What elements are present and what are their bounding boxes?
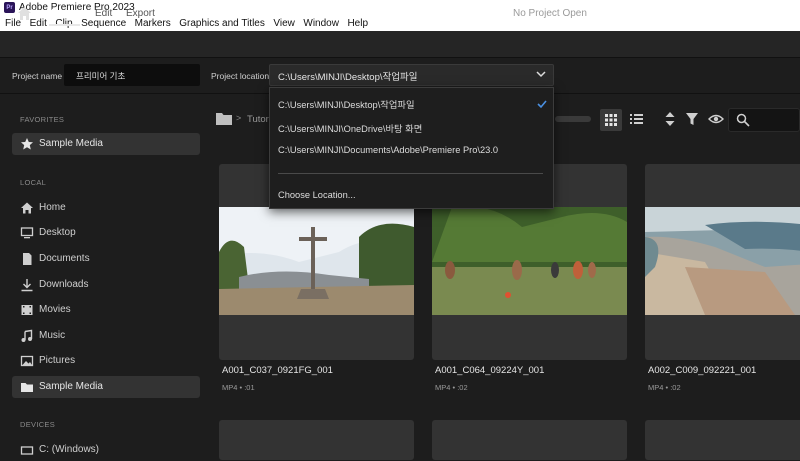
menu-markers[interactable]: Markers xyxy=(135,18,171,29)
grid-icon xyxy=(605,114,617,126)
sidebar-item-drive-c[interactable]: C: (Windows) xyxy=(12,439,200,461)
video-thumbnail xyxy=(432,207,627,315)
menu-sequence[interactable]: Sequence xyxy=(81,18,126,29)
sidebar-item-documents[interactable]: Documents xyxy=(12,248,200,270)
devices-heading: DEVICES xyxy=(20,420,56,429)
sidebar-item-music[interactable]: Music xyxy=(12,325,200,347)
menu-clip[interactable]: Clip xyxy=(55,18,72,29)
star-icon xyxy=(21,138,33,150)
folder-icon xyxy=(21,383,33,392)
sidebar-item-sample-media[interactable]: Sample Media xyxy=(12,376,200,398)
media-meta: MP4 • :01 xyxy=(222,383,255,392)
check-icon xyxy=(537,100,547,109)
project-name-input[interactable]: 프리미어 기초 xyxy=(64,64,200,86)
sidebar-item-label: Desktop xyxy=(39,227,76,238)
sidebar-item-label: Sample Media xyxy=(39,138,103,149)
menu-window[interactable]: Window xyxy=(303,18,339,29)
premiere-app-icon: Pr xyxy=(4,2,15,13)
media-card[interactable] xyxy=(219,420,414,460)
title-bar: Pr Adobe Premiere Pro 2023 xyxy=(0,0,800,15)
grid-view-button[interactable] xyxy=(600,109,622,131)
sidebar-item-favorite-sample-media[interactable]: Sample Media xyxy=(12,133,200,155)
media-card[interactable] xyxy=(645,420,800,460)
favorites-heading: FAVORITES xyxy=(20,115,65,124)
project-status: No Project Open xyxy=(513,8,587,19)
divider xyxy=(278,173,543,174)
media-meta: MP4 • :02 xyxy=(648,383,681,392)
sidebar-item-label: C: (Windows) xyxy=(39,444,100,455)
sidebar-item-home[interactable]: Home xyxy=(12,197,200,219)
sidebar-item-label: Pictures xyxy=(39,355,76,366)
local-heading: LOCAL xyxy=(20,178,47,187)
breadcrumb[interactable]: Tutor xyxy=(247,114,269,125)
sidebar-item-label: Sample Media xyxy=(39,381,103,392)
dropdown-option-desktop[interactable]: C:\Users\MINJI\Desktop\작업파일 xyxy=(278,97,415,111)
choose-location-option[interactable]: Choose Location... xyxy=(278,190,356,200)
video-thumbnail xyxy=(219,207,414,315)
media-name: A002_C009_092221_001 xyxy=(648,365,757,376)
media-name: A001_C064_09224Y_001 xyxy=(435,365,545,376)
project-location-label: Project location xyxy=(211,71,270,81)
sort-icon[interactable] xyxy=(664,111,676,127)
chevron-down-icon[interactable] xyxy=(536,70,546,78)
tab-import[interactable]: Import xyxy=(51,8,79,19)
tab-edit[interactable]: Edit xyxy=(95,8,112,19)
media-card[interactable] xyxy=(645,164,800,360)
folder-icon[interactable] xyxy=(215,111,233,126)
workspace-header xyxy=(0,31,800,58)
sidebar-item-label: Downloads xyxy=(39,279,89,290)
home-icon[interactable] xyxy=(16,5,33,22)
home-icon xyxy=(21,202,33,214)
sidebar-item-downloads[interactable]: Downloads xyxy=(12,274,200,296)
sidebar-item-label: Music xyxy=(39,330,66,341)
sidebar-item-desktop[interactable]: Desktop xyxy=(12,222,200,244)
movie-icon xyxy=(21,305,33,315)
sidebar-item-label: Movies xyxy=(39,304,71,315)
menu-bar: File Edit Clip Sequence Markers Graphics… xyxy=(0,15,800,31)
thumbnail-size-slider[interactable] xyxy=(555,116,591,122)
picture-icon xyxy=(20,355,34,367)
music-icon xyxy=(21,329,33,342)
tab-export[interactable]: Export xyxy=(126,8,155,19)
active-tab-underline xyxy=(49,24,80,26)
project-location-select[interactable]: C:\Users\MINJI\Desktop\작업파일 xyxy=(269,64,554,86)
search-icon xyxy=(736,113,750,127)
location-dropdown-menu: C:\Users\MINJI\Desktop\작업파일 C:\Users\MIN… xyxy=(269,87,554,209)
dropdown-option-onedrive[interactable]: C:\Users\MINJI\OneDrive\바탕 화면 xyxy=(278,121,422,135)
download-icon xyxy=(21,279,33,292)
menu-graphics-and-titles[interactable]: Graphics and Titles xyxy=(179,18,265,29)
drive-icon xyxy=(20,446,34,455)
list-view-icon[interactable] xyxy=(627,109,645,129)
media-card[interactable] xyxy=(432,420,627,460)
menu-view[interactable]: View xyxy=(273,18,295,29)
dropdown-option-documents[interactable]: C:\Users\MINJI\Documents\Adobe\Premiere … xyxy=(278,145,498,155)
sidebar-item-label: Documents xyxy=(39,253,90,264)
desktop-icon xyxy=(20,227,34,239)
project-name-label: Project name xyxy=(12,71,63,81)
sidebar-item-pictures[interactable]: Pictures xyxy=(12,350,200,372)
media-name: A001_C037_0921FG_001 xyxy=(222,365,333,376)
chevron-right-icon: > xyxy=(236,113,242,123)
sidebar-item-label: Home xyxy=(39,202,66,213)
video-thumbnail xyxy=(645,207,800,315)
filter-icon[interactable] xyxy=(685,111,699,127)
eye-icon[interactable] xyxy=(708,113,724,125)
menu-help[interactable]: Help xyxy=(347,18,368,29)
media-meta: MP4 • :02 xyxy=(435,383,468,392)
sidebar-item-movies[interactable]: Movies xyxy=(12,299,200,321)
document-icon xyxy=(23,253,32,265)
